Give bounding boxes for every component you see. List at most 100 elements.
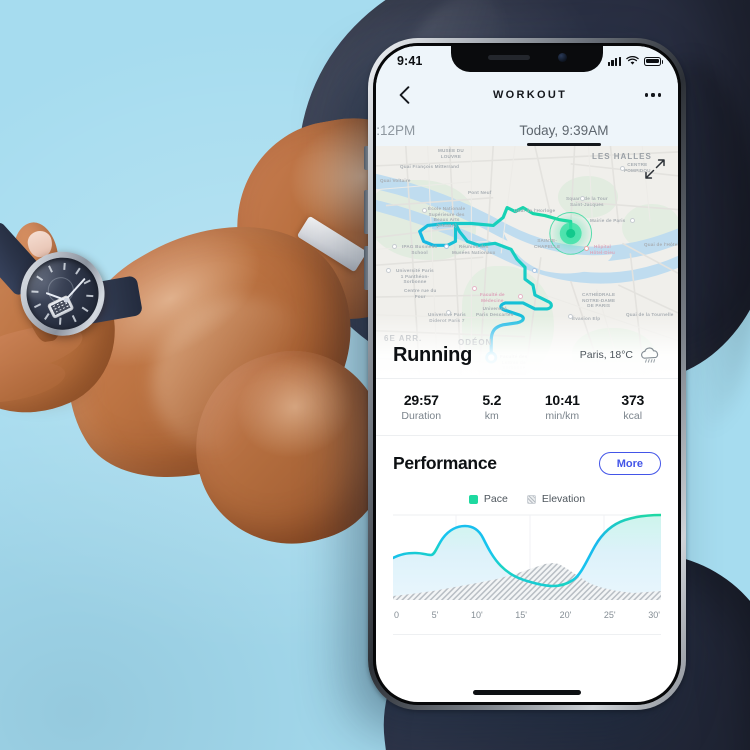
watch-tick-icon [34,303,42,309]
map-label: Quai Voltaire [380,178,411,183]
map-label: SAINTE- CHAPELLE [534,238,561,249]
stat-label: Duration [401,410,442,422]
route-end-marker [566,228,576,238]
watch-tick-icon [72,314,77,322]
map-label: Université Paris 1 Panthéon- Sorbonne [396,268,434,285]
map-poi-icon [392,244,397,249]
navigation-bar: WORKOUT [376,76,678,114]
axis-tick-label: 20' [559,610,572,620]
map-poi-icon [630,218,635,223]
map-label: Quai de l'Horloge [514,208,556,213]
map-label: Faculté de Médecine [480,292,505,303]
date-tab-bar: ay, 8:12PM Today, 9:39AM [376,114,678,146]
home-indicator[interactable] [473,690,581,695]
map-label: Réunion des Musées Nationaux [452,244,496,255]
map-label: MUSÉE DU LOUVRE [438,148,464,159]
elevation-swatch [526,494,536,504]
cellular-signal-icon [607,56,621,66]
map-poi-icon [444,244,449,249]
status-bar-icons [607,56,664,66]
watch-tick-icon [82,306,89,312]
legend-label: Elevation [541,493,586,505]
stat-pace: 10:41 min/km [527,392,598,422]
activity-title-row: Running Paris, 18°C [376,332,678,378]
axis-tick-label: 10' [470,610,483,620]
more-button[interactable]: More [598,452,661,475]
legend-label: Pace [483,493,508,505]
legend-item-pace[interactable]: Pace [468,493,508,505]
map-expand-button[interactable] [645,159,665,179]
map-poi-icon [386,268,391,273]
weather-text: Paris, 18°C [579,349,633,361]
map-poi-icon [422,208,427,213]
map-label: Pont Neuf [468,190,492,195]
tab-current-label: Today, 9:39AM [519,122,609,138]
legend-item-elevation[interactable]: Elevation [526,493,586,505]
activity-name: Running [393,343,472,366]
map-poi-icon [518,294,523,299]
stat-label: kcal [623,410,643,422]
axis-tick-label: 5' [431,610,439,620]
watch-tick-icon [59,317,62,325]
wifi-icon [626,56,639,65]
stat-label: min/km [545,410,580,422]
tab-current-workout[interactable]: Today, 9:39AM [478,114,650,146]
axis-tick-label: 0 [394,610,400,620]
chevron-left-icon [399,86,409,104]
axis-tick-label: 25' [603,610,616,620]
map-label: École Nationale Supérieure des Beaux Art… [428,206,466,229]
route-map[interactable]: 6E ARR. ODÉON LES HALLES MUSÉE DU LOUVRE… [376,146,678,378]
stat-distance: 5.2 km [457,392,528,422]
map-poi-icon [446,310,451,315]
tab-previous-label: ay, 8:12PM [376,122,416,138]
performance-title: Performance [393,453,497,473]
tab-previous-workout[interactable]: ay, 8:12PM [376,114,478,146]
stat-value: 29:57 [403,392,439,408]
watch-tick-icon [44,313,50,320]
stat-duration: 29:57 Duration [386,392,457,422]
status-bar: 9:41 [376,46,678,76]
map-label: CATHÉDRALE NOTRE-DAME DE PARIS [582,292,616,309]
watch-tick-icon [86,294,94,297]
page-title: WORKOUT [492,89,568,101]
phone-screen: 9:41 WORKOUT:12PM Today, 9:39AM LES HAL… [376,46,678,702]
stat-calories: 373 kcal [598,392,669,422]
stat-value: 10:41 [544,392,580,408]
status-bar-time: 9:41 [397,54,423,68]
map-poi-icon [472,286,477,291]
workout-stats-row: 29:57 Duration 5.2 km 10:41 min/km 373 k… [376,378,678,436]
map-label: Mairie de Paris [590,218,626,223]
map-label: Square de la Tour Saint-Jacques [566,196,608,207]
chart-canvas [393,513,661,600]
map-label: Centre rue du Four [404,288,437,299]
chart-x-axis: 0 5' 10' 15' 20' 25' 30' [393,604,661,620]
map-poi-icon [532,268,537,273]
map-label: Hôpital Hôtel-Dieu [590,244,615,255]
performance-section: Performance More Pace Elevation 0 5' 10'… [376,436,678,635]
map-label: IPAG Business School [402,244,438,255]
map-poi-icon [620,166,625,171]
performance-chart[interactable]: 0 5' 10' 15' 20' 25' 30' [393,512,661,635]
axis-tick-label: 15' [515,610,527,620]
back-button[interactable] [393,84,415,106]
battery-full-icon [644,56,664,66]
front-camera-icon [557,53,567,62]
stat-label: km [484,410,499,422]
chart-legend: Pace Elevation [393,493,661,505]
map-label: Quai de l'Hôtel de Ville [644,242,678,247]
weather-info: Paris, 18°C [579,346,661,364]
performance-header: Performance More [393,452,661,475]
map-label: LES HALLES [592,152,652,161]
expand-arrows-icon [645,159,665,179]
stat-value: 5.2 [482,392,502,408]
axis-tick-label: 30' [648,610,660,620]
phone-bezel: 9:41 WORKOUT:12PM Today, 9:39AM LES HAL… [373,43,681,705]
section-divider [393,634,661,635]
stat-value: 373 [621,392,645,408]
overflow-menu-icon[interactable] [645,93,661,97]
earpiece-speaker [487,55,530,60]
iphone-device: 9:41 WORKOUT:12PM Today, 9:39AM LES HAL… [368,38,686,710]
pace-swatch [468,494,478,504]
phone-notch [451,46,603,72]
map-label: Quai François Mitterrand [400,164,460,169]
